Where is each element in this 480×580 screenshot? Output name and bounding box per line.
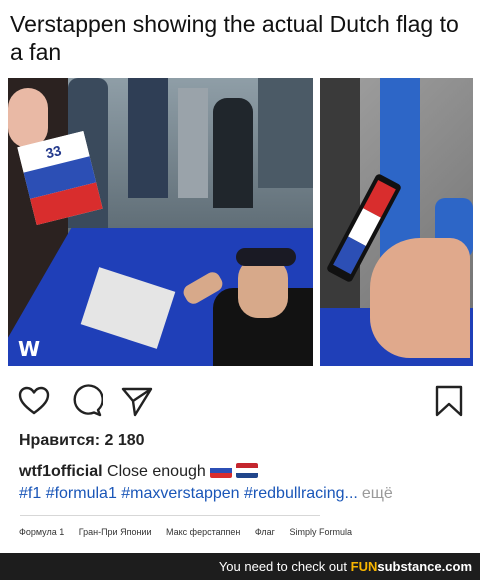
- send-arrow-icon[interactable]: [120, 384, 154, 418]
- footer-brand[interactable]: FUNsubstance.com: [351, 559, 472, 574]
- topic-tag[interactable]: Simply Formula: [289, 527, 352, 537]
- topic-tag[interactable]: Формула 1: [19, 527, 64, 537]
- photo-autograph-session[interactable]: 33 W: [8, 78, 313, 366]
- footer-prefix: You need to check out: [218, 559, 347, 574]
- watermark: W: [18, 337, 41, 361]
- topic-tag[interactable]: Флаг: [255, 527, 275, 537]
- bookmark-outline-icon[interactable]: [432, 384, 466, 418]
- topic-tags: Формула 1 Гран-При Японии Макс ферстаппе…: [19, 527, 364, 537]
- post-actions: [0, 380, 480, 422]
- netherlands-flag-icon: [236, 463, 259, 478]
- topic-tag[interactable]: Макс ферстаппен: [166, 527, 240, 537]
- comment-bubble-icon[interactable]: [69, 384, 104, 418]
- caption-more-link[interactable]: ещё: [362, 485, 393, 502]
- caption-hashtags[interactable]: #f1 #formula1 #maxverstappen #redbullrac…: [19, 485, 358, 502]
- caption-username[interactable]: wtf1official: [19, 463, 103, 480]
- caption-text: Close enough: [107, 463, 206, 480]
- divider: [20, 515, 320, 522]
- photo-phone-closeup[interactable]: [320, 78, 473, 366]
- post-caption: wtf1official Close enough #f1 #formula1 …: [19, 461, 469, 505]
- site-footer-banner[interactable]: You need to check out FUNsubstance.com: [0, 553, 480, 580]
- topic-tag[interactable]: Гран-При Японии: [79, 527, 152, 537]
- likes-count[interactable]: Нравится: 2 180: [19, 432, 145, 450]
- heart-outline-icon[interactable]: [17, 384, 51, 418]
- post-headline: Verstappen showing the actual Dutch flag…: [10, 11, 459, 65]
- russia-flag-icon: [210, 463, 233, 478]
